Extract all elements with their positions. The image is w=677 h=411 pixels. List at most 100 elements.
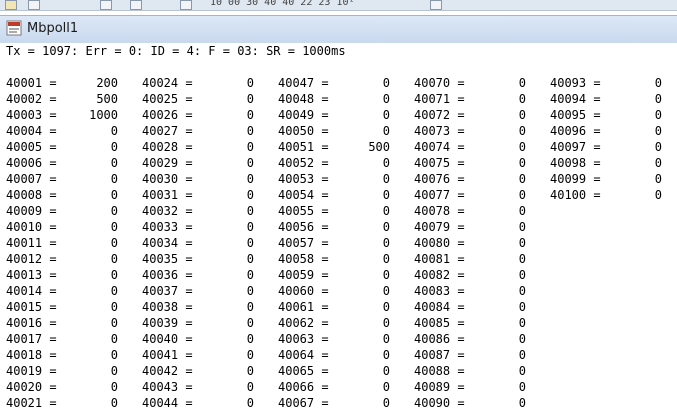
register-row[interactable]: 40094 = 0 xyxy=(550,91,677,107)
register-row[interactable]: 40004 = 0 xyxy=(6,123,136,139)
register-row[interactable]: 40017 = 0 xyxy=(6,331,136,347)
mdi-child-titlebar[interactable]: Mbpoll1 xyxy=(0,15,677,44)
register-row[interactable]: 40006 = 0 xyxy=(6,155,136,171)
register-row[interactable]: 40043 = 0 xyxy=(142,379,272,395)
register-row[interactable]: 40100 = 0 xyxy=(550,187,677,203)
register-row[interactable]: 40024 = 0 xyxy=(142,75,272,91)
register-row[interactable]: 40057 = 0 xyxy=(278,235,408,251)
save-icon[interactable] xyxy=(28,0,40,10)
register-row[interactable]: 40093 = 0 xyxy=(550,75,677,91)
register-row[interactable]: 40084 = 0 xyxy=(414,299,544,315)
register-row[interactable]: 40082 = 0 xyxy=(414,267,544,283)
register-row[interactable]: 40090 = 0 xyxy=(414,395,544,411)
register-row[interactable]: 40097 = 0 xyxy=(550,139,677,155)
register-row[interactable]: 40047 = 0 xyxy=(278,75,408,91)
blank-icon[interactable] xyxy=(130,0,142,10)
register-row[interactable]: 40005 = 0 xyxy=(6,139,136,155)
register-row[interactable]: 40033 = 0 xyxy=(142,219,272,235)
register-row[interactable]: 40038 = 0 xyxy=(142,299,272,315)
register-row[interactable]: 40009 = 0 xyxy=(6,203,136,219)
register-row[interactable]: 40030 = 0 xyxy=(142,171,272,187)
register-row[interactable]: 40032 = 0 xyxy=(142,203,272,219)
cut-icon[interactable] xyxy=(100,0,112,10)
register-row[interactable]: 40027 = 0 xyxy=(142,123,272,139)
register-row[interactable]: 40095 = 0 xyxy=(550,107,677,123)
register-row[interactable]: 40065 = 0 xyxy=(278,363,408,379)
register-row[interactable]: 40086 = 0 xyxy=(414,331,544,347)
register-row[interactable]: 40055 = 0 xyxy=(278,203,408,219)
register-row[interactable]: 40050 = 0 xyxy=(278,123,408,139)
register-row[interactable]: 40081 = 0 xyxy=(414,251,544,267)
register-row[interactable]: 40087 = 0 xyxy=(414,347,544,363)
register-row[interactable]: 40060 = 0 xyxy=(278,283,408,299)
register-row[interactable]: 40083 = 0 xyxy=(414,283,544,299)
register-row[interactable]: 40041 = 0 xyxy=(142,347,272,363)
register-row[interactable]: 40051 = 500 xyxy=(278,139,408,155)
register-row[interactable]: 40073 = 0 xyxy=(414,123,544,139)
register-row[interactable]: 40058 = 0 xyxy=(278,251,408,267)
register-row[interactable]: 40037 = 0 xyxy=(142,283,272,299)
page-icon[interactable] xyxy=(5,0,17,10)
register-row[interactable]: 40014 = 0 xyxy=(6,283,136,299)
register-row[interactable]: 40042 = 0 xyxy=(142,363,272,379)
register-row[interactable]: 40052 = 0 xyxy=(278,155,408,171)
register-row[interactable]: 40036 = 0 xyxy=(142,267,272,283)
register-row[interactable]: 40001 = 200 xyxy=(6,75,136,91)
register-row[interactable]: 40026 = 0 xyxy=(142,107,272,123)
register-row[interactable]: 40076 = 0 xyxy=(414,171,544,187)
register-row[interactable]: 40089 = 0 xyxy=(414,379,544,395)
register-row[interactable]: 40040 = 0 xyxy=(142,331,272,347)
register-row[interactable]: 40034 = 0 xyxy=(142,235,272,251)
register-row[interactable]: 40064 = 0 xyxy=(278,347,408,363)
register-row[interactable]: 40048 = 0 xyxy=(278,91,408,107)
register-row[interactable]: 40085 = 0 xyxy=(414,315,544,331)
register-row[interactable]: 40018 = 0 xyxy=(6,347,136,363)
register-row[interactable]: 40072 = 0 xyxy=(414,107,544,123)
register-row[interactable]: 40029 = 0 xyxy=(142,155,272,171)
register-row[interactable]: 40044 = 0 xyxy=(142,395,272,411)
register-row[interactable]: 40015 = 0 xyxy=(6,299,136,315)
register-row[interactable]: 40080 = 0 xyxy=(414,235,544,251)
register-row[interactable]: 40066 = 0 xyxy=(278,379,408,395)
help-icon[interactable] xyxy=(430,0,442,10)
register-row[interactable]: 40003 = 1000 xyxy=(6,107,136,123)
register-row[interactable]: 40099 = 0 xyxy=(550,171,677,187)
register-row[interactable]: 40098 = 0 xyxy=(550,155,677,171)
register-row[interactable]: 40088 = 0 xyxy=(414,363,544,379)
register-row[interactable]: 40013 = 0 xyxy=(6,267,136,283)
register-row[interactable]: 40025 = 0 xyxy=(142,91,272,107)
register-row[interactable]: 40012 = 0 xyxy=(6,251,136,267)
register-row[interactable]: 40054 = 0 xyxy=(278,187,408,203)
register-row[interactable]: 40059 = 0 xyxy=(278,267,408,283)
register-row[interactable]: 40074 = 0 xyxy=(414,139,544,155)
register-row[interactable]: 40008 = 0 xyxy=(6,187,136,203)
register-row[interactable]: 40067 = 0 xyxy=(278,395,408,411)
register-row[interactable]: 40007 = 0 xyxy=(6,171,136,187)
register-view[interactable]: Tx = 1097: Err = 0: ID = 4: F = 03: SR =… xyxy=(0,43,677,410)
register-row[interactable]: 40020 = 0 xyxy=(6,379,136,395)
register-row[interactable]: 40079 = 0 xyxy=(414,219,544,235)
register-row[interactable]: 40010 = 0 xyxy=(6,219,136,235)
register-row[interactable]: 40056 = 0 xyxy=(278,219,408,235)
register-row[interactable]: 40075 = 0 xyxy=(414,155,544,171)
register-row[interactable]: 40035 = 0 xyxy=(142,251,272,267)
register-row[interactable]: 40039 = 0 xyxy=(142,315,272,331)
register-row[interactable]: 40063 = 0 xyxy=(278,331,408,347)
register-row[interactable]: 40077 = 0 xyxy=(414,187,544,203)
register-row[interactable]: 40031 = 0 xyxy=(142,187,272,203)
register-row[interactable]: 40028 = 0 xyxy=(142,139,272,155)
register-row[interactable]: 40071 = 0 xyxy=(414,91,544,107)
register-row[interactable]: 40096 = 0 xyxy=(550,123,677,139)
print-icon[interactable] xyxy=(180,0,192,10)
register-row[interactable]: 40078 = 0 xyxy=(414,203,544,219)
register-row[interactable]: 40002 = 500 xyxy=(6,91,136,107)
register-row[interactable]: 40062 = 0 xyxy=(278,315,408,331)
register-row[interactable]: 40061 = 0 xyxy=(278,299,408,315)
register-row[interactable]: 40011 = 0 xyxy=(6,235,136,251)
register-row[interactable]: 40021 = 0 xyxy=(6,395,136,411)
register-row[interactable]: 40019 = 0 xyxy=(6,363,136,379)
register-row[interactable]: 40070 = 0 xyxy=(414,75,544,91)
register-row[interactable]: 40053 = 0 xyxy=(278,171,408,187)
register-row[interactable]: 40049 = 0 xyxy=(278,107,408,123)
register-row[interactable]: 40016 = 0 xyxy=(6,315,136,331)
